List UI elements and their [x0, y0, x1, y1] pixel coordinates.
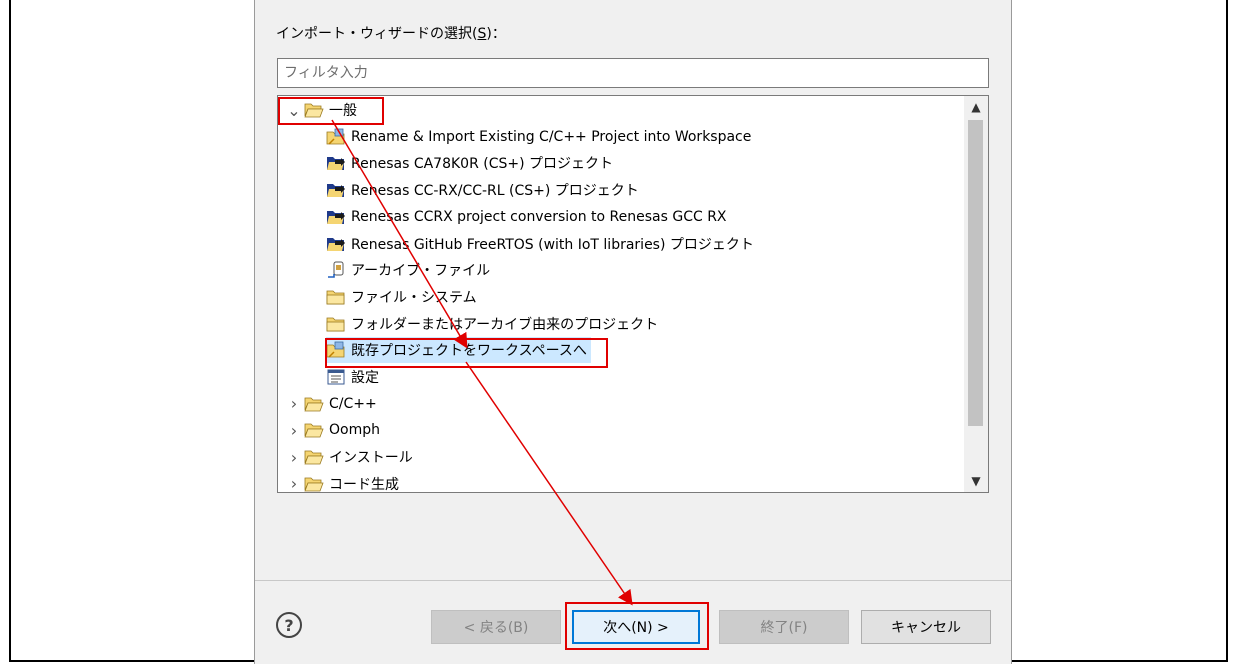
tree-item-label: Renesas CA78K0R (CS+) プロジェクト: [351, 156, 614, 173]
tree-item[interactable]: Rename & Import Existing C/C++ Project i…: [326, 124, 751, 150]
tree-scrollbar[interactable]: ▲ ▼: [964, 96, 988, 492]
folder-open-icon: [304, 421, 324, 439]
tree-item[interactable]: › Oomph: [286, 417, 380, 443]
wizard-select-label: インポート・ウィザードの選択(S)：: [276, 26, 506, 42]
folder-icon: [326, 288, 346, 306]
next-button[interactable]: 次へ(N) >: [572, 610, 700, 644]
folder-arrow-icon: [326, 235, 346, 253]
tree-item-label: ファイル・システム: [351, 289, 477, 306]
tree-item-label: 一般: [329, 103, 357, 119]
tree-item[interactable]: › インストール: [286, 444, 413, 470]
tree-item[interactable]: ⌄ 一般: [286, 97, 357, 123]
wizard-tree[interactable]: ⌄ 一般 Rename & Import Existing C/C++ Projec…: [277, 95, 989, 493]
archive-icon: [326, 261, 346, 279]
tree-item[interactable]: 既存プロジェクトをワークスペースへ: [326, 337, 591, 364]
folder-icon: [326, 315, 346, 333]
folder-arrow-icon: [326, 181, 346, 199]
tree-item[interactable]: › コード生成: [286, 471, 399, 492]
tree-item[interactable]: Renesas CA78K0R (CS+) プロジェクト: [326, 150, 613, 176]
tree-item-label: 既存プロジェクトをワークスペースへ: [351, 343, 587, 360]
tree-item-label: C/C++: [329, 395, 377, 412]
tree-item-label: Renesas GitHub FreeRTOS (with IoT librar…: [351, 236, 754, 253]
preferences-icon: [326, 368, 346, 386]
scroll-down-icon[interactable]: ▼: [964, 470, 988, 492]
finish-button[interactable]: 終了(F): [719, 610, 849, 644]
folder-arrow-icon: [326, 208, 346, 226]
folder-arrow-icon: [326, 154, 346, 172]
tree-item[interactable]: フォルダーまたはアーカイブ由来のプロジェクト: [326, 311, 658, 337]
cancel-button[interactable]: キャンセル: [861, 610, 991, 644]
folder-open-icon: [304, 448, 324, 466]
tree-item[interactable]: Renesas CC-RX/CC-RL (CS+) プロジェクト: [326, 177, 639, 203]
folder-open-icon: [304, 395, 324, 413]
tree-item-label: 設定: [351, 370, 379, 386]
import-project-icon: [326, 128, 346, 146]
scroll-thumb[interactable]: [968, 120, 983, 426]
chevron-right-icon[interactable]: ›: [286, 421, 302, 440]
tree-item[interactable]: Renesas CCRX project conversion to Renes…: [326, 204, 727, 230]
tree-item-label: Renesas CCRX project conversion to Renes…: [351, 208, 727, 225]
tree-item[interactable]: ファイル・システム: [326, 284, 477, 310]
tree-item-label: Rename & Import Existing C/C++ Project i…: [351, 128, 752, 145]
help-icon[interactable]: ?: [276, 612, 302, 638]
tree-item-label: Oomph: [329, 422, 380, 439]
tree-item-label: インストール: [329, 450, 413, 467]
tree-item-label: フォルダーまたはアーカイブ由来のプロジェクト: [351, 316, 659, 333]
tree-item[interactable]: アーカイブ・ファイル: [326, 257, 490, 283]
scroll-up-icon[interactable]: ▲: [964, 96, 988, 118]
wizard-tree-rows: ⌄ 一般 Rename & Import Existing C/C++ Projec…: [278, 96, 964, 493]
tree-item-label: アーカイブ・ファイル: [351, 263, 491, 280]
filter-input[interactable]: [277, 58, 989, 88]
tree-item-label: Renesas CC-RX/CC-RL (CS+) プロジェクト: [351, 183, 639, 200]
folder-open-icon: [304, 101, 324, 119]
folder-open-icon: [304, 475, 324, 492]
chevron-down-icon[interactable]: ⌄: [286, 101, 302, 120]
button-bar-divider: [255, 580, 1011, 581]
tree-item[interactable]: Renesas GitHub FreeRTOS (with IoT librar…: [326, 231, 754, 257]
back-button[interactable]: < 戻る(B): [431, 610, 561, 644]
chevron-right-icon[interactable]: ›: [286, 394, 302, 413]
tree-item[interactable]: 設定: [326, 364, 379, 390]
chevron-right-icon[interactable]: ›: [286, 474, 302, 492]
chevron-right-icon[interactable]: ›: [286, 448, 302, 467]
import-project-icon: [326, 341, 346, 359]
tree-item-label: コード生成: [329, 476, 399, 492]
tree-item[interactable]: › C/C++: [286, 391, 377, 417]
